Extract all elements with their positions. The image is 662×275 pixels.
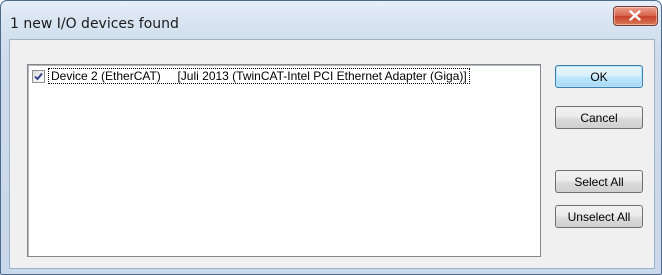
select-all-button[interactable]: Select All (555, 170, 643, 193)
unselect-all-button[interactable]: Unselect All (555, 205, 643, 228)
dialog-client-area: Device 2 (EtherCAT) [Juli 2013 (TwinCAT-… (9, 39, 655, 269)
cancel-button[interactable]: Cancel (555, 106, 643, 129)
dialog-window: 1 new I/O devices found Device 2 (EtherC… (0, 0, 662, 275)
list-item[interactable]: Device 2 (EtherCAT) [Juli 2013 (TwinCAT-… (32, 68, 536, 84)
checkmark-icon (34, 72, 43, 80)
device-checkbox[interactable] (32, 69, 45, 83)
window-title: 1 new I/O devices found (10, 16, 179, 32)
device-label: Device 2 (EtherCAT) [Juli 2013 (TwinCAT-… (48, 68, 470, 84)
title-bar[interactable]: 1 new I/O devices found (1, 1, 661, 32)
close-icon (629, 10, 641, 21)
device-list[interactable]: Device 2 (EtherCAT) [Juli 2013 (TwinCAT-… (27, 64, 541, 257)
ok-button[interactable]: OK (555, 65, 643, 88)
close-button[interactable] (613, 6, 658, 26)
